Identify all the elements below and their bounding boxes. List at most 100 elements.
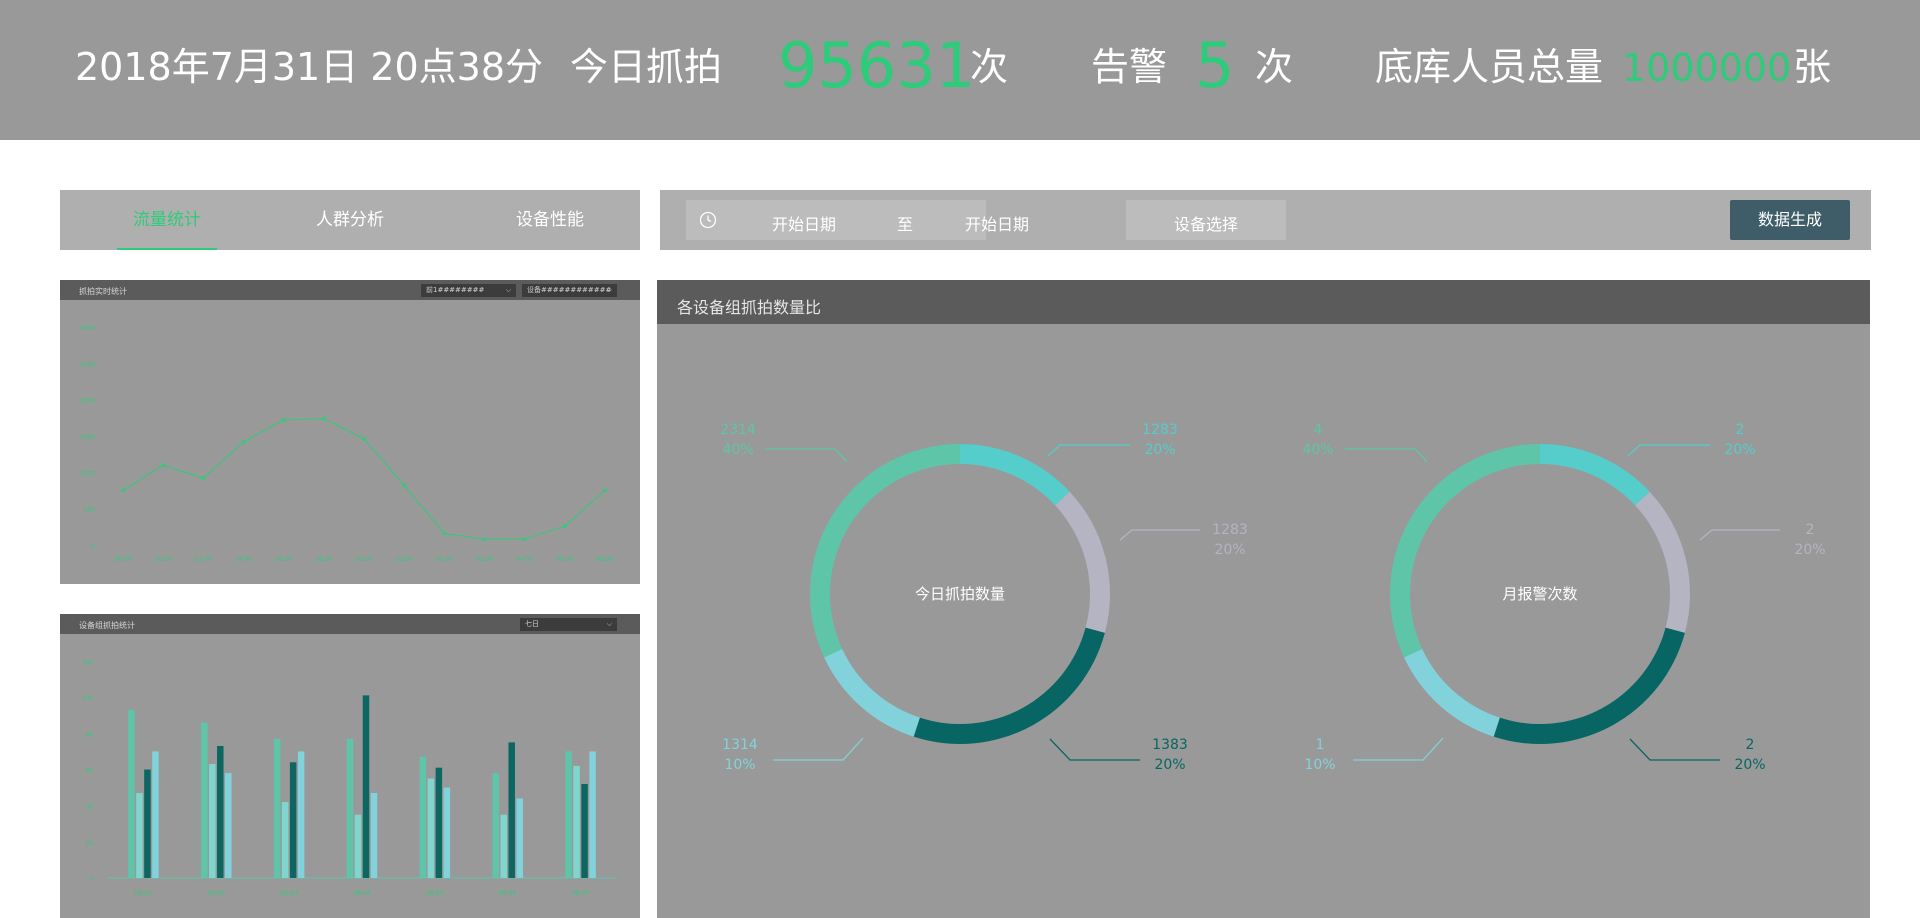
bar — [419, 756, 427, 878]
library-label: 底库人员总量 — [1375, 45, 1604, 89]
slice-value-label: 1314 — [722, 737, 758, 753]
series-line — [122, 418, 606, 540]
leader-line — [1119, 529, 1200, 541]
slice-percent-label: 40% — [1302, 442, 1333, 458]
times-unit: 次 — [1255, 45, 1294, 89]
bar — [427, 778, 435, 878]
bar — [152, 751, 159, 878]
leader-line — [1699, 529, 1780, 541]
data-point — [482, 537, 487, 541]
x-tick-label: 08-07 — [572, 890, 590, 897]
end-date-input[interactable]: 开始日期 — [965, 211, 1029, 235]
y-tick-label: 0 — [91, 543, 95, 550]
bar — [362, 695, 370, 878]
data-point — [161, 463, 165, 467]
donut-slice — [1404, 648, 1500, 737]
bar — [281, 802, 289, 878]
x-tick-label: 10:00 — [155, 556, 172, 563]
data-point — [442, 531, 447, 536]
bar — [136, 793, 143, 878]
alarm-value: 5 — [1195, 29, 1235, 102]
donut-center-label: 今日抓拍数量 — [915, 585, 1005, 603]
y-tick-label: 3000 — [80, 325, 95, 332]
donut-slice — [824, 648, 920, 737]
clock-icon — [699, 211, 717, 229]
bar — [354, 814, 362, 878]
capture-realtime-panel: 抓拍实时统计 前1######## ⌵ 设备############ ⌵ 3000 2… — [60, 280, 640, 584]
range-separator: 至 — [897, 215, 914, 234]
data-point — [322, 416, 326, 421]
slice-percent-label: 40% — [722, 442, 753, 458]
tab-traffic-stats[interactable]: 流量统计 — [107, 190, 227, 250]
tab-crowd-analysis[interactable]: 人群分析 — [290, 190, 410, 250]
bar — [217, 745, 224, 878]
header-bar: 2018年7月31日 20点38分 今日抓拍 95631 次 告警 5 次 底库… — [0, 0, 1920, 140]
x-tick-label: 08-06 — [499, 890, 517, 897]
date-range-picker[interactable]: 开始日期 至 开始日期 — [686, 200, 1029, 240]
data-point — [402, 483, 406, 488]
slice-percent-label: 10% — [1304, 757, 1335, 773]
x-tick-label: 14:00 — [235, 556, 252, 563]
x-tick-label: 12:00 — [195, 556, 212, 563]
leader-line — [773, 737, 864, 761]
slice-value-label: 2 — [1746, 737, 1755, 753]
data-point — [281, 418, 286, 422]
donut-slice — [1540, 444, 1650, 506]
line-chart: 3000 2500 2000 1500 1000 500 0 08:00 10:00 12:00 1… — [80, 325, 614, 563]
bar — [492, 773, 499, 878]
today-capture-label: 今日抓拍 — [570, 45, 723, 89]
donut-slice — [960, 444, 1070, 506]
datetime: 2018年7月31日 20点38分 — [75, 45, 544, 89]
device-select[interactable]: 设备选择 — [1126, 200, 1286, 240]
slice-value-label: 1383 — [1152, 737, 1188, 753]
slice-value-label: 2314 — [720, 422, 756, 438]
data-point — [121, 488, 125, 493]
bar — [443, 787, 451, 878]
data-point — [241, 440, 246, 444]
tab-device-performance[interactable]: 设备性能 — [490, 190, 610, 250]
data-point — [563, 524, 567, 528]
x-tick-label: 08-02 — [208, 890, 226, 897]
leader-line — [765, 448, 848, 463]
slice-percent-label: 20% — [1154, 757, 1185, 773]
slice-value-label: 2 — [1806, 522, 1815, 538]
y-tick-label: 8k — [86, 731, 94, 738]
donut-slice — [913, 627, 1105, 744]
leader-line — [1353, 737, 1444, 761]
times-unit: 次 — [970, 45, 1009, 89]
device-group-capture-panel: 设备组抓拍统计 七日 ⌵ 12k 10k 8k 6k 4k 2k 0 08-01 08-02 08-… — [60, 614, 640, 918]
slice-percent-label: 20% — [1734, 757, 1765, 773]
y-tick-label: 0 — [89, 876, 93, 883]
x-tick-label: 08:00 — [596, 556, 613, 563]
donut-slice — [1635, 491, 1690, 633]
bar — [346, 738, 354, 878]
donut-slice — [810, 444, 960, 658]
device-select-label: 设备选择 — [1174, 215, 1239, 234]
start-date-input[interactable]: 开始日期 — [772, 211, 836, 235]
y-tick-label: 6k — [86, 768, 94, 775]
x-tick-label: 08:00 — [114, 556, 131, 563]
x-tick-label: 08-05 — [426, 890, 444, 897]
generate-data-button[interactable]: 数据生成 — [1730, 200, 1850, 240]
y-tick-label: 12k — [82, 659, 94, 666]
bar-chart: 12k 10k 8k 6k 4k 2k 0 08-01 08-02 08-03 08-04 08-05… — [82, 659, 617, 897]
filter-bar: 开始日期 至 开始日期 设备选择 数据生成 — [660, 190, 1871, 250]
y-tick-label: 2500 — [80, 361, 95, 368]
leader-line — [1345, 448, 1428, 463]
bar — [144, 769, 151, 878]
slice-value-label: 2 — [1736, 422, 1745, 438]
slice-percent-label: 20% — [1794, 542, 1825, 558]
donut-slice — [1390, 444, 1540, 658]
x-tick-label: 08-03 — [280, 890, 298, 897]
data-point — [603, 488, 607, 493]
library-unit: 张 — [1793, 45, 1832, 89]
x-tick-label: 06:00 — [556, 556, 573, 563]
bar — [589, 751, 596, 878]
donut-slice — [1055, 491, 1110, 633]
x-tick-label: 02:00 — [476, 556, 493, 563]
slice-percent-label: 10% — [724, 757, 755, 773]
donut-center-label: 月报警次数 — [1502, 585, 1577, 603]
bar — [508, 742, 515, 878]
y-tick-label: 2000 — [80, 398, 95, 405]
bar — [370, 793, 378, 878]
